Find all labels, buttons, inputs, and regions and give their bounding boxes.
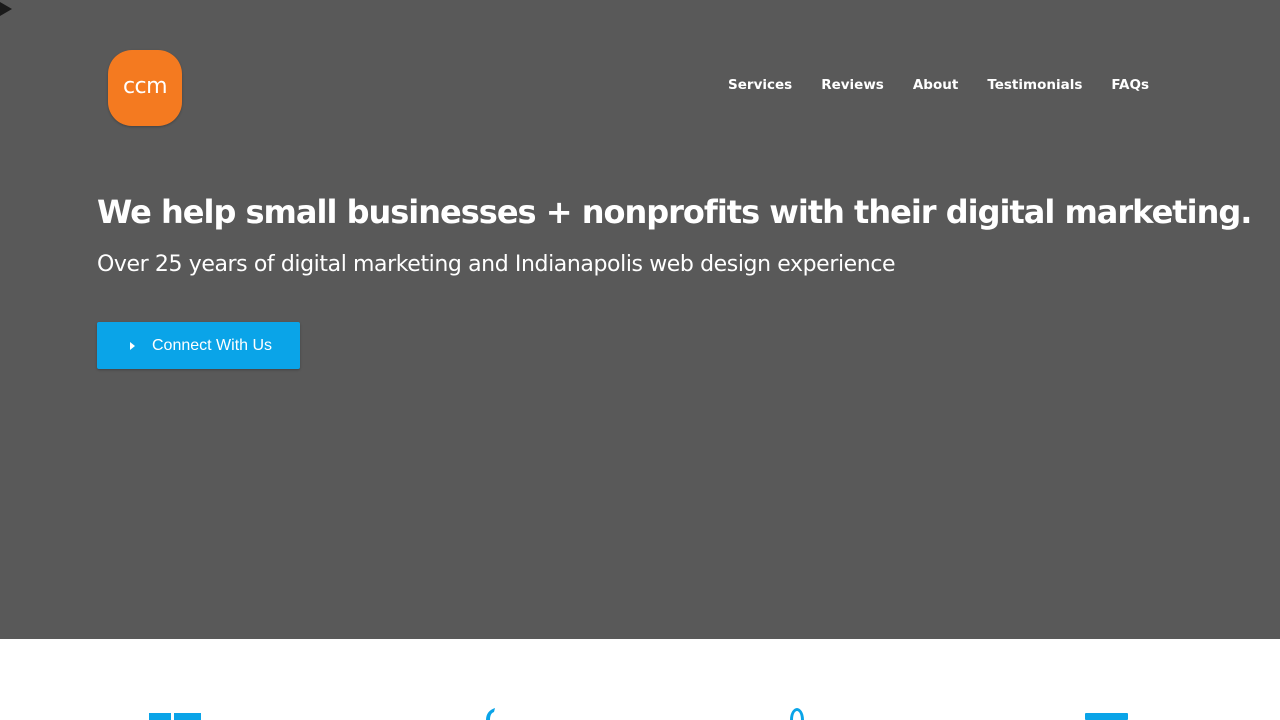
nav-item-reviews[interactable]: Reviews	[821, 76, 884, 94]
pin-icon	[790, 708, 804, 720]
connect-button-label: Connect With Us	[152, 336, 273, 354]
hero-section: ccm Services Reviews About Testimonials …	[0, 0, 1280, 639]
services-icons-row	[0, 639, 1280, 720]
monitor-icon	[1085, 713, 1128, 720]
play-icon	[130, 341, 135, 350]
nav-item-about[interactable]: About	[913, 76, 958, 94]
logo-text: ccm	[122, 74, 168, 99]
nav-item-testimonials[interactable]: Testimonials	[987, 76, 1082, 94]
nav-item-faqs[interactable]: FAQs	[1111, 76, 1149, 94]
nav-item-services[interactable]: Services	[728, 76, 792, 94]
hero-headline: We help small businesses + nonprofits wi…	[97, 193, 1252, 231]
hero-subheadline: Over 25 years of digital marketing and I…	[97, 252, 896, 277]
connect-with-us-button[interactable]: Connect With Us	[97, 322, 300, 369]
layout-icon	[149, 713, 201, 720]
main-nav: Services Reviews About Testimonials FAQs	[699, 76, 1149, 94]
ccm-logo[interactable]: ccm	[108, 50, 182, 126]
mouse-cursor-icon	[0, 2, 12, 16]
leaf-icon	[486, 708, 495, 720]
